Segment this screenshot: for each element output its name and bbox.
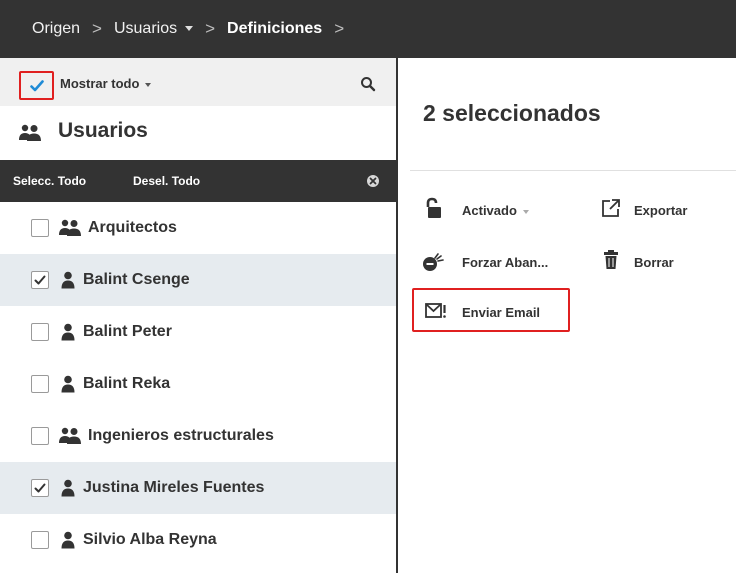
group-icon: [19, 124, 41, 141]
list-item[interactable]: Ingenieros estructurales: [0, 410, 396, 462]
breadcrumb-usuarios-label: Usuarios: [113, 20, 178, 37]
breadcrumb-separator-icon: >: [92, 19, 102, 38]
left-panel: Mostrar todo Usuarios Selecc. Todo Desel…: [0, 58, 396, 573]
force-logout-button[interactable]: Forzar Aban...: [462, 255, 548, 270]
row-checkbox[interactable]: [31, 531, 49, 549]
page-title: Usuarios: [58, 119, 148, 142]
list-item[interactable]: Balint Reka: [0, 358, 396, 410]
filter-dropdown[interactable]: Mostrar todo: [60, 76, 152, 91]
activated-label: Activado: [462, 203, 517, 218]
list-item[interactable]: Balint Peter: [0, 306, 396, 358]
force-logout-icon: [423, 253, 444, 271]
send-email-label: Enviar Email: [462, 305, 541, 320]
check-icon: [29, 79, 44, 91]
selection-bar: Selecc. Todo Desel. Todo: [0, 160, 396, 202]
list-item-label: Ingenieros estructurales: [88, 427, 274, 444]
activated-dropdown[interactable]: Activado: [462, 203, 529, 218]
filter-bar: Mostrar todo: [0, 58, 396, 106]
export-button[interactable]: Exportar: [634, 203, 687, 218]
chevron-down-icon: [522, 209, 529, 214]
selection-title: 2 seleccionados: [423, 100, 601, 126]
search-icon[interactable]: [360, 76, 376, 92]
group-icon: [59, 427, 81, 444]
deselect-all-button[interactable]: Desel. Todo: [133, 174, 200, 188]
row-checkbox[interactable]: [31, 323, 49, 341]
select-all-button[interactable]: Selecc. Todo: [13, 174, 86, 188]
row-checkbox[interactable]: [31, 219, 49, 237]
list-item-label: Balint Peter: [83, 323, 172, 340]
row-checkbox[interactable]: [31, 271, 49, 289]
right-panel: 2 seleccionados Activado Exportar Forzar…: [398, 58, 736, 573]
check-icon: [34, 483, 46, 493]
clear-selection-icon[interactable]: [366, 174, 380, 188]
list-item-label: Balint Csenge: [83, 271, 190, 288]
trash-icon: [604, 250, 618, 269]
breadcrumb-separator-icon: >: [205, 19, 216, 38]
filter-label: Mostrar todo: [60, 76, 140, 91]
user-icon: [61, 479, 75, 497]
divider: [410, 170, 736, 171]
list-item-label: Justina Mireles Fuentes: [83, 479, 265, 496]
check-icon: [34, 275, 46, 285]
chevron-down-icon: [145, 82, 152, 87]
delete-button[interactable]: Borrar: [634, 255, 674, 270]
export-icon: [602, 199, 620, 217]
group-icon: [59, 219, 81, 236]
list-item[interactable]: Silvio Alba Reyna: [0, 514, 396, 566]
unlock-icon: [426, 197, 441, 218]
row-checkbox[interactable]: [31, 375, 49, 393]
row-checkbox[interactable]: [31, 479, 49, 497]
email-icon: [425, 303, 446, 318]
list-item-label: Balint Reka: [83, 375, 171, 392]
list-item-label: Arquitectos: [88, 219, 177, 236]
row-checkbox[interactable]: [31, 427, 49, 445]
list-item[interactable]: Arquitectos: [0, 202, 396, 254]
list-item-label: Silvio Alba Reyna: [83, 531, 217, 548]
breadcrumb-separator-icon: >: [334, 19, 345, 38]
breadcrumb-origen[interactable]: Origen: [32, 20, 80, 38]
user-icon: [61, 531, 75, 549]
show-all-toggle[interactable]: [19, 71, 54, 100]
breadcrumb: Origen > Usuarios > Definiciones >: [0, 0, 736, 58]
list-item[interactable]: Balint Csenge: [0, 254, 396, 306]
user-icon: [61, 375, 75, 393]
users-header: Usuarios: [0, 106, 396, 160]
user-icon: [61, 271, 75, 289]
user-icon: [61, 323, 75, 341]
chevron-down-icon[interactable]: [185, 26, 194, 32]
breadcrumb-usuarios[interactable]: Usuarios: [113, 20, 194, 38]
list-item[interactable]: Justina Mireles Fuentes: [0, 462, 396, 514]
breadcrumb-definiciones[interactable]: Definiciones: [227, 20, 322, 38]
